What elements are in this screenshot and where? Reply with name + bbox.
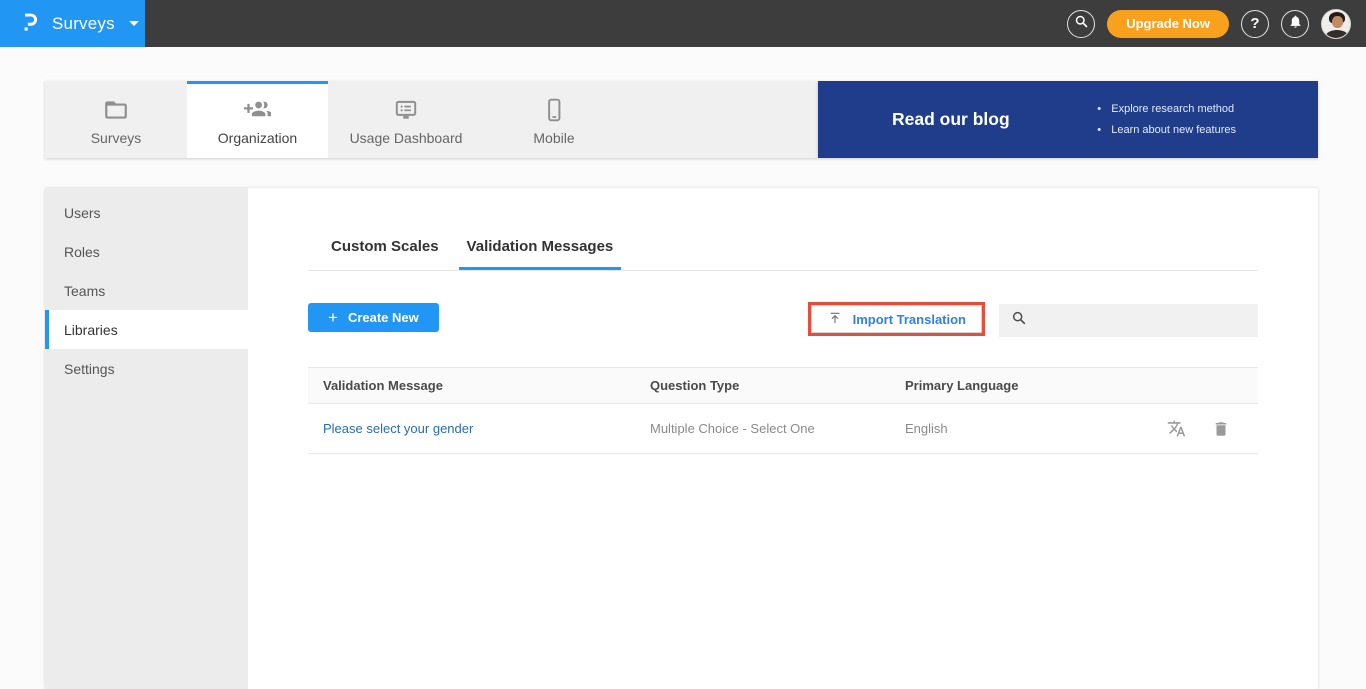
toolbar-right: Import Translation [808, 302, 1258, 337]
search-input[interactable] [1035, 304, 1258, 337]
table-header-row: Validation Message Question Type Primary… [308, 367, 1258, 404]
banner-bullet: Explore research method [1097, 99, 1236, 120]
product-switcher[interactable]: Surveys [0, 0, 145, 47]
banner-bullet: Learn about new features [1097, 120, 1236, 141]
sidebar-item-roles[interactable]: Roles [45, 232, 248, 271]
banner-bullet-list: Explore research method Learn about new … [1097, 99, 1236, 141]
topbar-actions: Upgrade Now ? [1067, 9, 1366, 39]
translate-icon[interactable] [1167, 419, 1186, 438]
product-name: Surveys [52, 14, 115, 34]
module-tab-label: Usage Dashboard [350, 130, 463, 146]
sidebar-item-teams[interactable]: Teams [45, 271, 248, 310]
sidebar-item-libraries[interactable]: Libraries [45, 310, 248, 349]
user-avatar[interactable] [1321, 9, 1351, 39]
upgrade-now-button[interactable]: Upgrade Now [1107, 10, 1229, 38]
smartphone-icon [541, 97, 567, 123]
question-mark-icon: ? [1250, 15, 1259, 32]
create-new-label: Create New [348, 310, 419, 325]
settings-sidebar: Users Roles Teams Libraries Settings [45, 188, 248, 689]
upload-icon [827, 310, 843, 329]
questionpro-logo-icon [20, 9, 42, 39]
validation-message-link[interactable]: Please select your gender [323, 421, 473, 436]
module-tab-surveys[interactable]: Surveys [45, 81, 187, 158]
toolbar: + Create New Import Translation [308, 302, 1258, 336]
library-tabs: Custom Scales Validation Messages [308, 230, 1258, 271]
topbar: Surveys Upgrade Now ? [0, 0, 1366, 47]
banner-title[interactable]: Read our blog [892, 109, 1010, 130]
bell-icon [1288, 14, 1303, 34]
module-tabs: Surveys Organization Usag [45, 81, 818, 158]
group-add-icon [244, 96, 271, 123]
global-search-button[interactable] [1067, 10, 1095, 38]
sidebar-item-settings[interactable]: Settings [45, 349, 248, 388]
module-tab-label: Organization [218, 130, 297, 146]
module-tab-label: Mobile [533, 130, 574, 146]
tab-custom-scales[interactable]: Custom Scales [323, 230, 447, 270]
delete-icon[interactable] [1212, 420, 1230, 438]
module-tab-usage-dashboard[interactable]: Usage Dashboard [328, 81, 484, 158]
question-type-cell: Multiple Choice - Select One [650, 421, 905, 436]
folder-icon [103, 97, 129, 123]
help-button[interactable]: ? [1241, 10, 1269, 38]
module-tab-label: Surveys [91, 130, 142, 146]
chevron-down-icon [129, 21, 139, 26]
header-validation-message: Validation Message [308, 378, 650, 393]
header-primary-language: Primary Language [905, 378, 1230, 393]
main-card: Users Roles Teams Libraries Settings Cus… [45, 188, 1318, 689]
search-icon [1074, 14, 1089, 34]
plus-icon: + [328, 309, 338, 326]
avatar-shirt [1326, 30, 1348, 39]
table-row: Please select your gender Multiple Choic… [308, 404, 1258, 454]
header-question-type: Question Type [650, 378, 905, 393]
blog-banner[interactable]: Read our blog Explore research method Le… [818, 81, 1318, 158]
create-new-button[interactable]: + Create New [308, 303, 439, 332]
module-tab-mobile[interactable]: Mobile [484, 81, 624, 158]
import-translation-label: Import Translation [853, 312, 966, 327]
primary-language-cell: English [905, 421, 1167, 436]
search-icon [1011, 310, 1027, 331]
validation-messages-table: Validation Message Question Type Primary… [308, 367, 1258, 454]
annotation-highlight-box: Import Translation [808, 302, 985, 336]
avatar-face [1332, 16, 1343, 28]
dashboard-icon [393, 97, 419, 123]
notifications-button[interactable] [1281, 10, 1309, 38]
secondary-nav-row: Surveys Organization Usag [45, 81, 1318, 158]
module-tab-organization[interactable]: Organization [187, 81, 328, 158]
row-actions [1167, 419, 1258, 438]
sidebar-item-users[interactable]: Users [45, 193, 248, 232]
tab-validation-messages[interactable]: Validation Messages [459, 230, 622, 270]
libraries-content: Custom Scales Validation Messages + Crea… [248, 188, 1318, 689]
table-search-box[interactable] [999, 304, 1258, 337]
import-translation-button[interactable]: Import Translation [811, 305, 982, 333]
